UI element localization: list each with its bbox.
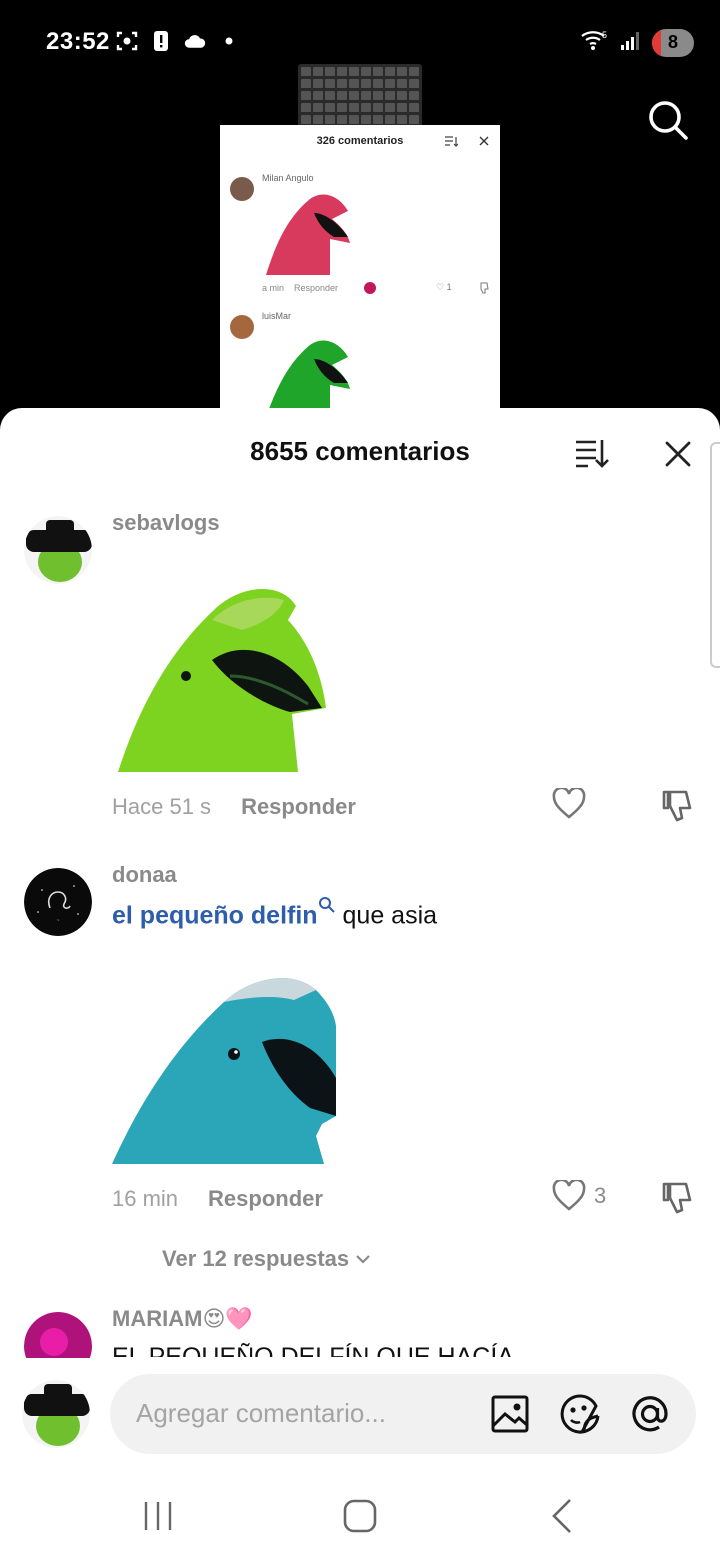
chevron-down-icon	[356, 1255, 370, 1264]
view-replies-label: Ver 12 respuestas	[162, 1246, 350, 1271]
mini-green-dolphin-sticker	[266, 340, 350, 415]
status-right: 5 8	[580, 28, 694, 57]
battery-indicator: 8	[652, 28, 694, 57]
avatar[interactable]	[24, 516, 92, 584]
dislike-button[interactable]	[660, 1180, 696, 1216]
system-navigation-bar	[0, 1468, 720, 1560]
comment-body: que asia	[335, 901, 438, 930]
sort-icon	[576, 440, 609, 468]
recent-apps-icon	[144, 1502, 172, 1530]
svg-text:~: ~	[57, 918, 60, 924]
home-icon	[343, 1499, 377, 1533]
mention-button[interactable]	[628, 1392, 672, 1436]
back-button[interactable]	[542, 1496, 582, 1536]
green-dolphin-sticker	[118, 588, 326, 772]
comments-count-title: 8655 comentarios	[250, 436, 470, 466]
comment-input[interactable]	[136, 1390, 476, 1436]
video-keyboard-preview	[298, 64, 422, 128]
view-replies-button[interactable]: Ver 12 respuestas	[162, 1246, 371, 1272]
comment-time: Hace 51 s	[112, 794, 212, 819]
mini-username: Milan Angulo	[262, 173, 314, 183]
at-mention-icon	[632, 1396, 668, 1432]
mini-meta: a min Responder	[262, 283, 338, 293]
sort-button[interactable]	[574, 436, 610, 470]
comment-time: 16 min	[112, 1186, 179, 1211]
comment-meta: 16 min Responder	[112, 1186, 323, 1212]
alert-icon	[150, 30, 172, 52]
teal-dolphin-sticker	[112, 978, 336, 1164]
mini-avatar-2	[230, 315, 254, 339]
mini-dislike-icon	[480, 282, 489, 294]
search-icon[interactable]	[646, 98, 690, 142]
dislike-button[interactable]	[660, 788, 696, 824]
user-avatar[interactable]	[22, 1380, 90, 1448]
mini-reply-avatar	[364, 282, 376, 294]
wifi-icon: 5	[580, 28, 610, 57]
status-time: 23:52	[46, 28, 110, 55]
mini-pink-dolphin-sticker	[266, 194, 350, 275]
sticker-icon	[560, 1394, 600, 1434]
dislike-icon	[662, 1182, 692, 1214]
username-emoji: 😍🩷	[202, 1306, 253, 1331]
back-icon	[552, 1499, 571, 1533]
comment-username[interactable]: MARIAM😍🩷	[112, 1306, 253, 1332]
comment-text: el pequeño delfin que asia	[112, 896, 437, 930]
mini-username-2: luisMar	[262, 311, 292, 321]
avatar[interactable]: ~	[24, 868, 92, 936]
mini-close-icon	[479, 136, 489, 146]
comment-username[interactable]: donaa	[112, 862, 177, 888]
mini-time: a min	[262, 283, 285, 293]
mini-like: ♡ 1	[436, 282, 452, 292]
heart-icon	[552, 1180, 586, 1211]
status-notification-icons	[116, 30, 240, 52]
comment-meta: Hace 51 s Responder	[112, 794, 356, 820]
video-preview-panel[interactable]: 326 comentarios Milan Angulo a min Respo…	[220, 125, 500, 415]
mini-panel-title: 326 comentarios	[316, 135, 404, 147]
like-count: 3	[594, 1183, 607, 1208]
comment-text: EL PEQUEÑO DELFÍN QUE HACÍA	[112, 1343, 514, 1357]
svg-text:5: 5	[602, 30, 607, 40]
screenshot-icon	[116, 30, 138, 52]
image-button[interactable]	[488, 1392, 532, 1436]
comment-username[interactable]: sebavlogs	[112, 510, 220, 536]
dislike-icon	[662, 790, 692, 822]
mini-avatar	[230, 177, 254, 201]
reply-button[interactable]: Responder	[208, 1186, 323, 1212]
close-icon	[665, 441, 691, 467]
battery-level: 8	[667, 31, 678, 52]
mini-sort-icon	[445, 136, 458, 147]
mini-like-count: 1	[446, 282, 452, 292]
close-button[interactable]	[664, 440, 692, 468]
home-button[interactable]	[340, 1496, 380, 1536]
like-button[interactable]	[552, 788, 594, 820]
search-link[interactable]: el pequeño delfin	[112, 901, 318, 929]
dot-icon	[218, 30, 240, 52]
heart-icon	[552, 788, 586, 819]
recent-apps-button[interactable]	[138, 1496, 178, 1536]
scrollbar[interactable]	[710, 442, 720, 668]
comment-body: EL PEQUEÑO DELFÍN QUE HACÍA	[112, 1343, 514, 1357]
username-text: MARIAM	[112, 1306, 203, 1331]
comment-input-pill[interactable]	[110, 1374, 696, 1454]
image-icon	[491, 1395, 529, 1433]
cell-signal-icon	[620, 29, 642, 56]
sticker-button[interactable]	[558, 1392, 602, 1436]
reply-button[interactable]: Responder	[241, 794, 356, 820]
search-lens-icon	[318, 897, 335, 913]
mini-reply: Responder	[294, 283, 339, 293]
cloud-icon	[184, 30, 206, 52]
comment-composer	[0, 1358, 720, 1468]
like-button[interactable]: 3	[552, 1180, 606, 1212]
